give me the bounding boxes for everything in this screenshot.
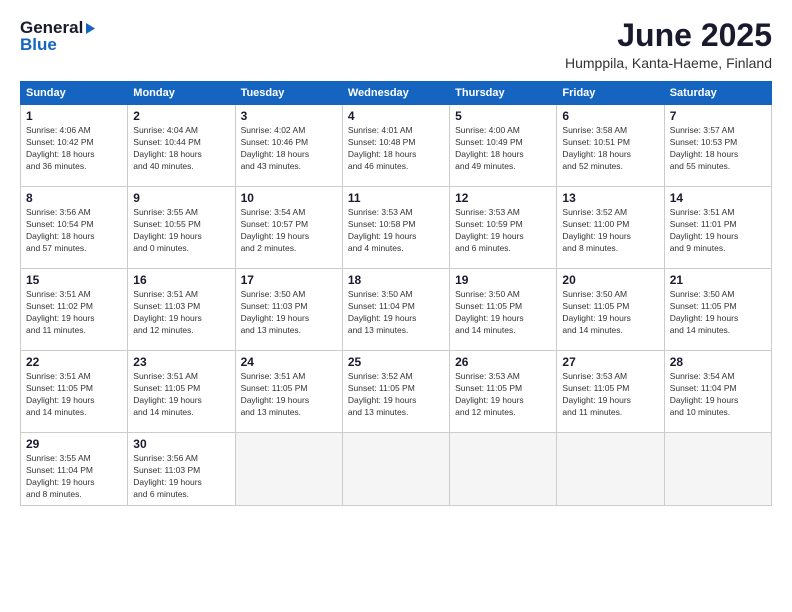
day-17: 17 Sunrise: 3:50 AMSunset: 11:03 PMDayli… bbox=[235, 269, 342, 351]
calendar: Sunday Monday Tuesday Wednesday Thursday… bbox=[20, 81, 772, 506]
day-13: 13 Sunrise: 3:52 AMSunset: 11:00 PMDayli… bbox=[557, 187, 664, 269]
day-3: 3 Sunrise: 4:02 AMSunset: 10:46 PMDaylig… bbox=[235, 105, 342, 187]
day-20: 20 Sunrise: 3:50 AMSunset: 11:05 PMDayli… bbox=[557, 269, 664, 351]
day-23: 23 Sunrise: 3:51 AMSunset: 11:05 PMDayli… bbox=[128, 351, 235, 433]
location-subtitle: Humppila, Kanta-Haeme, Finland bbox=[565, 55, 772, 71]
week-row-3: 15 Sunrise: 3:51 AMSunset: 11:02 PMDayli… bbox=[21, 269, 772, 351]
day-18: 18 Sunrise: 3:50 AMSunset: 11:04 PMDayli… bbox=[342, 269, 449, 351]
day-21: 21 Sunrise: 3:50 AMSunset: 11:05 PMDayli… bbox=[664, 269, 771, 351]
week-row-5: 29 Sunrise: 3:55 AMSunset: 11:04 PMDayli… bbox=[21, 433, 772, 506]
col-monday: Monday bbox=[128, 82, 235, 105]
day-12: 12 Sunrise: 3:53 AMSunset: 10:59 PMDayli… bbox=[450, 187, 557, 269]
col-thursday: Thursday bbox=[450, 82, 557, 105]
day-29: 29 Sunrise: 3:55 AMSunset: 11:04 PMDayli… bbox=[21, 433, 128, 506]
empty-cell-4 bbox=[557, 433, 664, 506]
page: General Blue June 2025 Humppila, Kanta-H… bbox=[0, 0, 792, 612]
col-wednesday: Wednesday bbox=[342, 82, 449, 105]
day-25: 25 Sunrise: 3:52 AMSunset: 11:05 PMDayli… bbox=[342, 351, 449, 433]
header: General Blue June 2025 Humppila, Kanta-H… bbox=[20, 18, 772, 71]
month-title: June 2025 bbox=[565, 18, 772, 53]
day-1: 1 Sunrise: 4:06 AMSunset: 10:42 PMDaylig… bbox=[21, 105, 128, 187]
day-2: 2 Sunrise: 4:04 AMSunset: 10:44 PMDaylig… bbox=[128, 105, 235, 187]
day-11: 11 Sunrise: 3:53 AMSunset: 10:58 PMDayli… bbox=[342, 187, 449, 269]
week-row-2: 8 Sunrise: 3:56 AMSunset: 10:54 PMDaylig… bbox=[21, 187, 772, 269]
empty-cell-1 bbox=[235, 433, 342, 506]
empty-cell-5 bbox=[664, 433, 771, 506]
day-27: 27 Sunrise: 3:53 AMSunset: 11:05 PMDayli… bbox=[557, 351, 664, 433]
empty-cell-2 bbox=[342, 433, 449, 506]
day-4: 4 Sunrise: 4:01 AMSunset: 10:48 PMDaylig… bbox=[342, 105, 449, 187]
day-14: 14 Sunrise: 3:51 AMSunset: 11:01 PMDayli… bbox=[664, 187, 771, 269]
day-9: 9 Sunrise: 3:55 AMSunset: 10:55 PMDaylig… bbox=[128, 187, 235, 269]
day-22: 22 Sunrise: 3:51 AMSunset: 11:05 PMDayli… bbox=[21, 351, 128, 433]
week-row-4: 22 Sunrise: 3:51 AMSunset: 11:05 PMDayli… bbox=[21, 351, 772, 433]
day-8: 8 Sunrise: 3:56 AMSunset: 10:54 PMDaylig… bbox=[21, 187, 128, 269]
title-block: June 2025 Humppila, Kanta-Haeme, Finland bbox=[565, 18, 772, 71]
calendar-header-row: Sunday Monday Tuesday Wednesday Thursday… bbox=[21, 82, 772, 105]
week-row-1: 1 Sunrise: 4:06 AMSunset: 10:42 PMDaylig… bbox=[21, 105, 772, 187]
col-sunday: Sunday bbox=[21, 82, 128, 105]
col-tuesday: Tuesday bbox=[235, 82, 342, 105]
empty-cell-3 bbox=[450, 433, 557, 506]
day-26: 26 Sunrise: 3:53 AMSunset: 11:05 PMDayli… bbox=[450, 351, 557, 433]
day-6: 6 Sunrise: 3:58 AMSunset: 10:51 PMDaylig… bbox=[557, 105, 664, 187]
day-30: 30 Sunrise: 3:56 AMSunset: 11:03 PMDayli… bbox=[128, 433, 235, 506]
day-16: 16 Sunrise: 3:51 AMSunset: 11:03 PMDayli… bbox=[128, 269, 235, 351]
day-7: 7 Sunrise: 3:57 AMSunset: 10:53 PMDaylig… bbox=[664, 105, 771, 187]
logo-triangle-icon bbox=[84, 22, 97, 35]
logo: General Blue bbox=[20, 18, 97, 55]
day-19: 19 Sunrise: 3:50 AMSunset: 11:05 PMDayli… bbox=[450, 269, 557, 351]
col-saturday: Saturday bbox=[664, 82, 771, 105]
day-15: 15 Sunrise: 3:51 AMSunset: 11:02 PMDayli… bbox=[21, 269, 128, 351]
day-24: 24 Sunrise: 3:51 AMSunset: 11:05 PMDayli… bbox=[235, 351, 342, 433]
day-5: 5 Sunrise: 4:00 AMSunset: 10:49 PMDaylig… bbox=[450, 105, 557, 187]
logo-blue-text: Blue bbox=[20, 35, 57, 55]
day-10: 10 Sunrise: 3:54 AMSunset: 10:57 PMDayli… bbox=[235, 187, 342, 269]
col-friday: Friday bbox=[557, 82, 664, 105]
day-28: 28 Sunrise: 3:54 AMSunset: 11:04 PMDayli… bbox=[664, 351, 771, 433]
